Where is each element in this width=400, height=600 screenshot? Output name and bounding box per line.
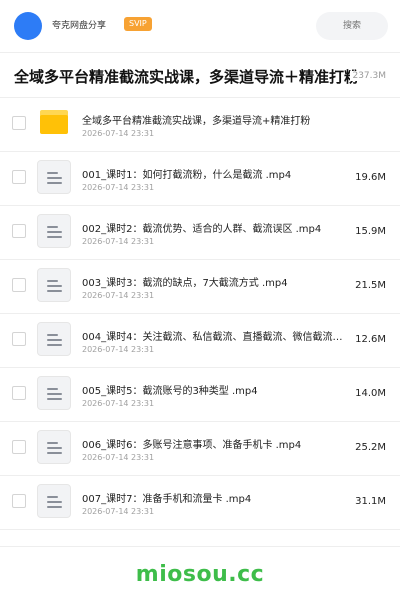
document-icon	[37, 160, 71, 194]
document-icon	[37, 322, 71, 356]
list-item[interactable]: 002_课时2：截流优势、适合的人群、截流误区 .mp4 2026-07-14 …	[0, 206, 400, 260]
file-size: 14.0M	[355, 388, 386, 399]
svip-badge: SVIP	[124, 17, 152, 31]
select-checkbox[interactable]	[12, 332, 26, 346]
file-name: 005_课时5：截流账号的3种类型 .mp4	[82, 386, 258, 397]
avatar[interactable]	[14, 12, 42, 40]
document-icon	[37, 430, 71, 464]
file-size: 12.6M	[355, 334, 386, 345]
list-item[interactable]: 007_课时7：准备手机和流量卡 .mp4 2026-07-14 23:31 3…	[0, 476, 400, 530]
list-item[interactable]: 006_课时6：多账号注意事项、准备手机卡 .mp4 2026-07-14 23…	[0, 422, 400, 476]
document-icon	[37, 484, 71, 518]
file-name: 007_课时7：准备手机和流量卡 .mp4	[82, 494, 252, 505]
file-date: 2026-07-14 23:31	[82, 345, 155, 354]
document-icon	[37, 214, 71, 248]
file-size: 15.9M	[355, 226, 386, 237]
list-item[interactable]: 003_课时3：截流的缺点，7大截流方式 .mp4 2026-07-14 23:…	[0, 260, 400, 314]
file-name: 002_课时2：截流优势、适合的人群、截流误区 .mp4	[82, 224, 322, 235]
header: 夸克网盘分享 SVIP	[0, 0, 400, 52]
file-size: 21.5M	[355, 280, 386, 291]
file-size: 31.1M	[355, 496, 386, 507]
footer-divider	[0, 546, 400, 547]
file-size: 25.2M	[355, 442, 386, 453]
file-date: 2026-07-14 23:31	[82, 399, 155, 408]
file-date: 2026-07-14 23:31	[82, 291, 155, 300]
list-item[interactable]: 全域多平台精准截流实战课，多渠道导流+精准打粉 2026-07-14 23:31	[0, 98, 400, 152]
share-title-bar: 全域多平台精准截流实战课，多渠道导流＋精准打粉 237.3M	[0, 52, 400, 98]
select-checkbox[interactable]	[12, 278, 26, 292]
select-checkbox[interactable]	[12, 170, 26, 184]
select-checkbox[interactable]	[12, 386, 26, 400]
file-name: 001_课时1：如何打截流粉，什么是截流 .mp4	[82, 170, 292, 181]
file-name: 003_课时3：截流的缺点，7大截流方式 .mp4	[82, 278, 288, 289]
search-input[interactable]	[316, 12, 388, 40]
document-icon	[37, 376, 71, 410]
total-size: 237.3M	[350, 71, 386, 81]
document-icon	[37, 268, 71, 302]
list-item[interactable]: 005_课时5：截流账号的3种类型 .mp4 2026-07-14 23:31 …	[0, 368, 400, 422]
select-checkbox[interactable]	[12, 494, 26, 508]
select-checkbox[interactable]	[12, 440, 26, 454]
select-checkbox[interactable]	[12, 224, 26, 238]
share-title: 全域多平台精准截流实战课，多渠道导流＋精准打粉	[14, 68, 360, 86]
select-checkbox[interactable]	[12, 116, 26, 130]
list-item[interactable]: 001_课时1：如何打截流粉，什么是截流 .mp4 2026-07-14 23:…	[0, 152, 400, 206]
site-watermark: miosou.cc	[135, 562, 265, 587]
list-item[interactable]: 004_课时4：关注截流、私信截流、直播截流、微信截流 .mp4 2026-07…	[0, 314, 400, 368]
file-size: 19.6M	[355, 172, 386, 183]
file-date: 2026-07-14 23:31	[82, 507, 155, 516]
file-date: 2026-07-14 23:31	[82, 237, 155, 246]
file-list: 全域多平台精准截流实战课，多渠道导流+精准打粉 2026-07-14 23:31…	[0, 98, 400, 530]
file-date: 2026-07-14 23:31	[82, 129, 155, 138]
file-date: 2026-07-14 23:31	[82, 453, 155, 462]
file-name: 全域多平台精准截流实战课，多渠道导流+精准打粉	[82, 116, 311, 127]
folder-icon	[40, 110, 68, 134]
share-name: 夸克网盘分享	[52, 21, 107, 31]
file-name: 006_课时6：多账号注意事项、准备手机卡 .mp4	[82, 440, 302, 451]
file-date: 2026-07-14 23:31	[82, 183, 155, 192]
file-name: 004_课时4：关注截流、私信截流、直播截流、微信截流 .mp4	[82, 332, 344, 343]
